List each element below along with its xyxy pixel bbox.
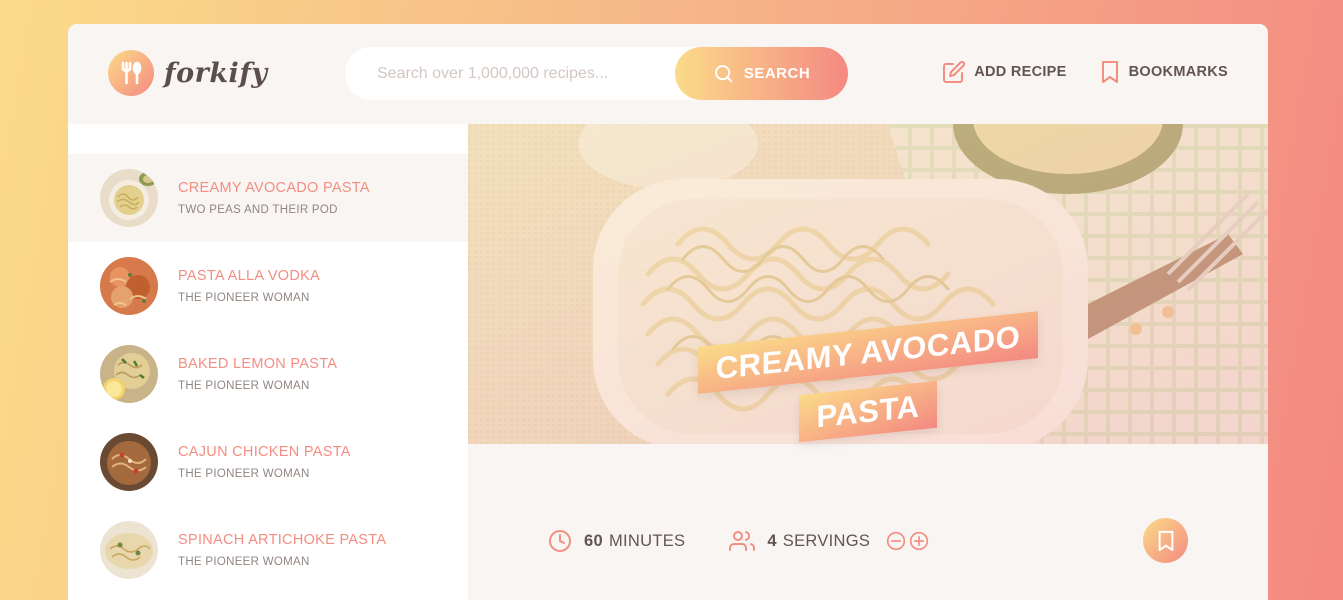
result-publisher: THE PIONEER WOMAN	[178, 292, 310, 304]
cooking-time-value: 60	[584, 531, 603, 550]
result-title: BAKED LEMON PASTA	[178, 356, 338, 372]
recipe-thumbnail	[100, 257, 158, 315]
app-container: forkify SEARCH	[68, 24, 1268, 600]
result-text: CREAMY AVOCADO PASTA TWO PEAS AND THEIR …	[178, 180, 370, 216]
servings: 4 SERVINGS	[729, 529, 929, 553]
add-recipe-button[interactable]: ADD RECIPE	[942, 60, 1066, 84]
result-publisher: THE PIONEER WOMAN	[178, 468, 310, 480]
logo[interactable]: forkify	[108, 50, 268, 96]
result-title: CREAMY AVOCADO PASTA	[178, 180, 370, 196]
bookmark-icon	[1156, 530, 1176, 552]
bookmark-recipe-button[interactable]	[1143, 518, 1188, 563]
edit-icon	[942, 60, 966, 84]
search-form: SEARCH	[345, 47, 848, 100]
result-publisher: TWO PEAS AND THEIR POD	[178, 204, 338, 216]
list-item[interactable]: BAKED LEMON PASTA THE PIONEER WOMAN	[68, 330, 468, 418]
servings-controls	[886, 531, 929, 551]
plus-circle-icon[interactable]	[909, 531, 929, 551]
minus-circle-icon[interactable]	[886, 531, 906, 551]
result-title: SPINACH ARTICHOKE PASTA	[178, 532, 387, 548]
recipe-thumbnail	[100, 521, 158, 579]
top-nav: ADD RECIPE BOOKMARKS	[942, 60, 1228, 84]
users-icon	[729, 529, 756, 553]
search-button[interactable]: SEARCH	[675, 47, 848, 100]
header: forkify SEARCH	[68, 24, 1268, 124]
recipe-view: CREAMY AVOCADO PASTA 60 MINUTES 4 SERVIN…	[468, 124, 1268, 600]
result-title: PASTA ALLA VODKA	[178, 268, 321, 284]
recipe-details: 60 MINUTES 4 SERVINGS	[548, 529, 929, 553]
cooking-time: 60 MINUTES	[548, 529, 685, 553]
result-title: CAJUN CHICKEN PASTA	[178, 444, 351, 460]
search-button-label: SEARCH	[743, 65, 811, 82]
servings-value: 4	[767, 531, 777, 550]
fork-knife-icon	[108, 50, 154, 96]
clock-icon	[548, 529, 572, 553]
list-item[interactable]: SPINACH ARTICHOKE PASTA THE PIONEER WOMA…	[68, 506, 468, 594]
bookmarks-button[interactable]: BOOKMARKS	[1099, 60, 1228, 84]
recipe-thumbnail	[100, 433, 158, 491]
search-results: CREAMY AVOCADO PASTA TWO PEAS AND THEIR …	[68, 124, 468, 600]
result-text: BAKED LEMON PASTA THE PIONEER WOMAN	[178, 356, 337, 392]
list-item[interactable]: PASTA ALLA VODKA THE PIONEER WOMAN	[68, 242, 468, 330]
result-publisher: THE PIONEER WOMAN	[178, 556, 310, 568]
list-item[interactable]: CREAMY AVOCADO PASTA TWO PEAS AND THEIR …	[68, 154, 468, 242]
bookmark-icon	[1099, 60, 1121, 84]
recipe-thumbnail	[100, 345, 158, 403]
add-recipe-label: ADD RECIPE	[974, 64, 1067, 80]
logo-text: forkify	[164, 57, 268, 89]
list-item[interactable]: CAJUN CHICKEN PASTA THE PIONEER WOMAN	[68, 418, 468, 506]
result-text: PASTA ALLA VODKA THE PIONEER WOMAN	[178, 268, 320, 304]
result-text: CAJUN CHICKEN PASTA THE PIONEER WOMAN	[178, 444, 351, 480]
result-publisher: THE PIONEER WOMAN	[178, 380, 310, 392]
recipe-thumbnail	[100, 169, 158, 227]
result-text: SPINACH ARTICHOKE PASTA THE PIONEER WOMA…	[178, 532, 386, 568]
servings-unit: SERVINGS	[782, 531, 871, 550]
search-input[interactable]	[375, 63, 669, 84]
bookmarks-label: BOOKMARKS	[1128, 64, 1228, 80]
cooking-time-unit: MINUTES	[608, 531, 686, 550]
search-icon	[713, 63, 734, 84]
